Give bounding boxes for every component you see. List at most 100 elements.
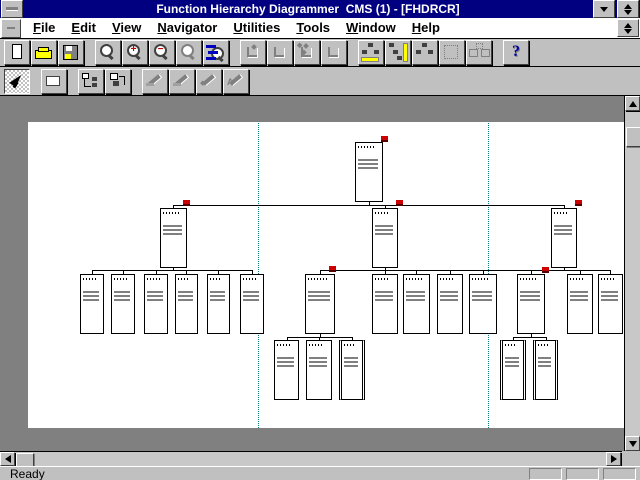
- function-box[interactable]: [551, 208, 577, 268]
- layout-c-icon: [413, 41, 437, 64]
- horizontal-scrollbar[interactable]: [0, 451, 622, 466]
- function-box[interactable]: [274, 340, 299, 400]
- function-box[interactable]: [305, 274, 335, 334]
- function-box[interactable]: [80, 274, 104, 334]
- connector-line: [173, 205, 565, 206]
- function-box[interactable]: [372, 274, 398, 334]
- diagram-canvas[interactable]: [0, 96, 624, 451]
- menu-item-view[interactable]: View: [104, 18, 149, 38]
- zoom-icon: [96, 41, 120, 64]
- step-down-icon: [241, 41, 265, 64]
- layout-dotted-icon: [440, 41, 464, 64]
- open-diagram-button[interactable]: [31, 40, 57, 65]
- zoom-normal-button[interactable]: [95, 40, 121, 65]
- minimize-button[interactable]: [593, 0, 615, 18]
- vertical-scrollbar[interactable]: [624, 96, 640, 451]
- resequence-3-button: [294, 40, 320, 65]
- layout-vertical-button[interactable]: [385, 40, 411, 65]
- function-box[interactable]: [144, 274, 168, 334]
- function-box[interactable]: [403, 274, 430, 334]
- connector-line: [564, 268, 565, 271]
- menu-item-navigator[interactable]: Navigator: [149, 18, 225, 38]
- function-box[interactable]: [437, 274, 463, 334]
- zoom-in-button[interactable]: [122, 40, 148, 65]
- connector-line: [287, 337, 353, 338]
- edit-function-3-button: [196, 69, 222, 94]
- scroll-up-button[interactable]: [625, 96, 640, 111]
- function-box[interactable]: [533, 340, 558, 400]
- scroll-down-button[interactable]: [625, 436, 640, 451]
- vertical-scroll-thumb[interactable]: [626, 127, 640, 147]
- zoom-fit-icon: [204, 41, 228, 64]
- function-box[interactable]: [175, 274, 198, 334]
- app-window: Function Hierarchy Diagrammer CMS (1) - …: [0, 0, 640, 480]
- function-box[interactable]: [567, 274, 593, 334]
- menu-item-utilities[interactable]: Utilities: [225, 18, 288, 38]
- tree-expand-icon: [79, 70, 103, 93]
- step-multi-icon: [295, 41, 319, 64]
- function-box[interactable]: [111, 274, 135, 334]
- layout-compact-button[interactable]: [412, 40, 438, 65]
- function-box[interactable]: [355, 142, 383, 202]
- restore-icon: [624, 4, 632, 15]
- function-box[interactable]: [500, 340, 526, 400]
- status-panel-3: [603, 468, 636, 480]
- save-icon: [59, 41, 83, 64]
- layout-dotted2-icon: [467, 41, 491, 64]
- red-flag-marker: [396, 200, 403, 206]
- menu-item-file[interactable]: File: [25, 18, 63, 38]
- step-corner-icon: [268, 41, 292, 64]
- function-box[interactable]: [517, 274, 545, 334]
- menu-bar: FileEditViewNavigatorUtilitiesToolsWindo…: [0, 18, 640, 39]
- system-menu-button[interactable]: [1, 0, 23, 18]
- function-box[interactable]: [207, 274, 230, 334]
- pencil-2-icon: [170, 70, 194, 93]
- document-system-menu-button[interactable]: [1, 19, 21, 38]
- function-box[interactable]: [598, 274, 623, 334]
- new-icon: [5, 41, 29, 64]
- arrow-left-icon: [5, 455, 11, 463]
- restore-button[interactable]: [617, 0, 639, 18]
- pencil-3-icon: [197, 70, 221, 93]
- arrow-up-icon: [629, 101, 637, 107]
- edit-function-2-button: [169, 69, 195, 94]
- edit-function-4-button: [223, 69, 249, 94]
- menu-item-help[interactable]: Help: [404, 18, 448, 38]
- function-box[interactable]: [160, 208, 187, 268]
- save-diagram-button[interactable]: [58, 40, 84, 65]
- title-bar: Function Hierarchy Diagrammer CMS (1) - …: [0, 0, 640, 18]
- status-panel-2: [566, 468, 599, 480]
- document-system-menu-icon: [7, 27, 15, 29]
- function-box[interactable]: [306, 340, 332, 400]
- layout-selection-button: [439, 40, 465, 65]
- zoom-display-button[interactable]: [203, 40, 229, 65]
- scroll-right-button[interactable]: [606, 452, 621, 466]
- status-bar: Ready: [0, 466, 640, 480]
- create-function-button[interactable]: [41, 69, 67, 94]
- zoom-in-icon: [123, 41, 147, 64]
- collapse-hierarchy-button[interactable]: [105, 69, 131, 94]
- new-diagram-button[interactable]: [4, 40, 30, 65]
- help-button[interactable]: [503, 40, 529, 65]
- expand-hierarchy-button[interactable]: [78, 69, 104, 94]
- scroll-left-button[interactable]: [0, 452, 15, 466]
- zoom-out-button[interactable]: [149, 40, 175, 65]
- rect-icon: [42, 70, 66, 93]
- menu-item-tools[interactable]: Tools: [288, 18, 338, 38]
- layout-horizontal-button[interactable]: [358, 40, 384, 65]
- menu-item-edit[interactable]: Edit: [63, 18, 104, 38]
- function-box[interactable]: [372, 208, 398, 268]
- document-restore-button[interactable]: [617, 19, 639, 37]
- function-box[interactable]: [240, 274, 264, 334]
- function-box[interactable]: [339, 340, 365, 400]
- arrow-down-icon: [629, 441, 637, 447]
- select-tool-button[interactable]: [4, 69, 30, 94]
- pencil-4-icon: [224, 70, 248, 93]
- status-message: Ready: [0, 467, 529, 480]
- resequence-2-button: [267, 40, 293, 65]
- layout-h-icon: [359, 41, 383, 64]
- drawing-toolbar: [0, 67, 640, 96]
- function-box[interactable]: [469, 274, 497, 334]
- red-flag-marker: [381, 136, 388, 142]
- menu-item-window[interactable]: Window: [338, 18, 404, 38]
